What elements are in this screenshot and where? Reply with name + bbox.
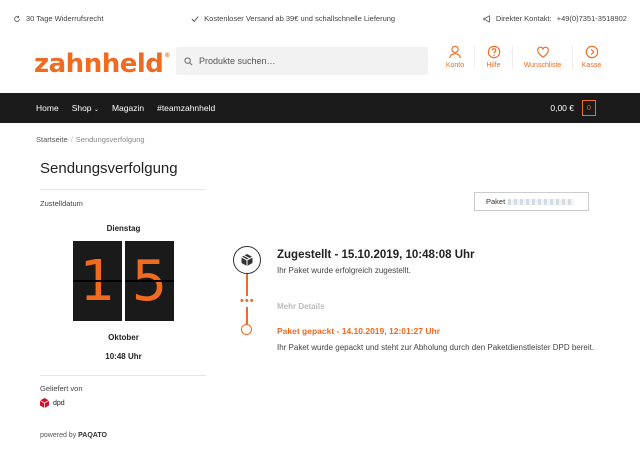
- page-title: Sendungsverfolgung: [40, 160, 178, 177]
- help-button[interactable]: Hilfe: [474, 45, 512, 69]
- heart-icon: [536, 46, 549, 58]
- event-title: Zugestellt - 15.10.2019, 10:48:08 Uhr: [277, 249, 475, 261]
- package-select[interactable]: Paket: [474, 192, 589, 211]
- megaphone-icon: [483, 14, 490, 23]
- checkout-button[interactable]: Kasse: [572, 45, 610, 69]
- cart-count: 0: [587, 104, 591, 112]
- nav-home[interactable]: Home: [36, 103, 59, 113]
- shipping-notice: Kostenloser Versand ab 39€ und schallsch…: [191, 14, 395, 23]
- returns-notice: 30 Tage Widerrufsrecht: [13, 14, 103, 23]
- bag-icon: 0: [582, 100, 596, 116]
- event-description: Ihr Paket wurde gepackt und steht zur Ab…: [277, 343, 595, 352]
- delivered-by-label: Geliefert von: [40, 384, 83, 393]
- carrier-logo: dpd: [40, 398, 65, 408]
- flip-digit: 5: [125, 241, 174, 321]
- delivery-time: 10:48 Uhr: [105, 352, 142, 361]
- nav-teamzahnheld[interactable]: #teamzahnheld: [157, 103, 215, 113]
- flip-digit: 1: [73, 241, 122, 321]
- wishlist-button[interactable]: Wunschliste: [512, 45, 572, 69]
- timeline-node: [241, 324, 252, 335]
- logo[interactable]: zahnheld®: [34, 49, 170, 79]
- help-icon: [487, 45, 500, 59]
- divider: [40, 375, 206, 376]
- weekday: Dienstag: [106, 224, 141, 233]
- timeline-line: [246, 307, 248, 324]
- powered-brand[interactable]: PAQATO: [78, 432, 107, 439]
- main-nav: Home Shop ⌄ Magazin #teamzahnheld 0,00 €…: [0, 93, 640, 123]
- breadcrumb-home[interactable]: Startseite: [36, 135, 68, 144]
- redacted-package-id: [508, 198, 575, 205]
- search-bar[interactable]: [176, 47, 428, 75]
- cart-button[interactable]: 0,00 € 0: [550, 100, 596, 116]
- powered-by: powered by PAQATO: [40, 432, 107, 439]
- search-input[interactable]: [199, 56, 419, 66]
- cart-total: 0,00 €: [550, 103, 574, 113]
- delivered-icon: [233, 246, 261, 274]
- package-label: Paket: [486, 197, 506, 206]
- account-button[interactable]: Konto: [436, 45, 474, 69]
- breadcrumb: Startseite / Sendungsverfolgung: [36, 135, 145, 144]
- divider: [40, 189, 206, 190]
- carrier-name: dpd: [53, 399, 65, 407]
- breadcrumb-separator: /: [70, 135, 73, 144]
- month: Oktober: [108, 333, 139, 342]
- timeline-line: [246, 274, 248, 296]
- arrow-circle-icon: [585, 45, 598, 59]
- delivery-date-label: Zustelldatum: [40, 199, 83, 208]
- site-header: zahnheld® Konto Hilfe Wunschliste Kasse: [0, 37, 640, 92]
- box-icon: [241, 254, 253, 266]
- header-actions: Konto Hilfe Wunschliste Kasse: [436, 45, 610, 69]
- logo-text: zahnheld: [34, 49, 164, 79]
- search-icon: [184, 56, 193, 65]
- event-description: Ihr Paket wurde erfolgreich zugestellt.: [277, 266, 411, 275]
- timeline-dots: •••: [240, 295, 255, 307]
- chevron-down-icon: ⌄: [93, 107, 99, 113]
- logo-mark: ®: [164, 52, 170, 59]
- more-details-link[interactable]: Mehr Details: [277, 302, 325, 311]
- nav-shop-label: Shop: [71, 103, 92, 113]
- contact-phone[interactable]: +49(0)7351-3518902: [557, 14, 627, 23]
- top-bar: 30 Tage Widerrufsrecht Kostenloser Versa…: [0, 0, 640, 37]
- check-icon: [191, 15, 199, 22]
- nav-magazin[interactable]: Magazin: [112, 103, 144, 113]
- contact-info[interactable]: Direkter Kontakt: +49(0)7351-3518902: [483, 14, 627, 23]
- refresh-icon: [14, 15, 20, 22]
- nav-shop[interactable]: Shop ⌄: [72, 103, 99, 113]
- breadcrumb-current: Sendungsverfolgung: [75, 135, 145, 144]
- event-title: Paket gepackt - 14.10.2019, 12:01:27 Uhr: [277, 326, 441, 336]
- dpd-cube-icon: [40, 398, 49, 408]
- user-icon: [449, 45, 461, 59]
